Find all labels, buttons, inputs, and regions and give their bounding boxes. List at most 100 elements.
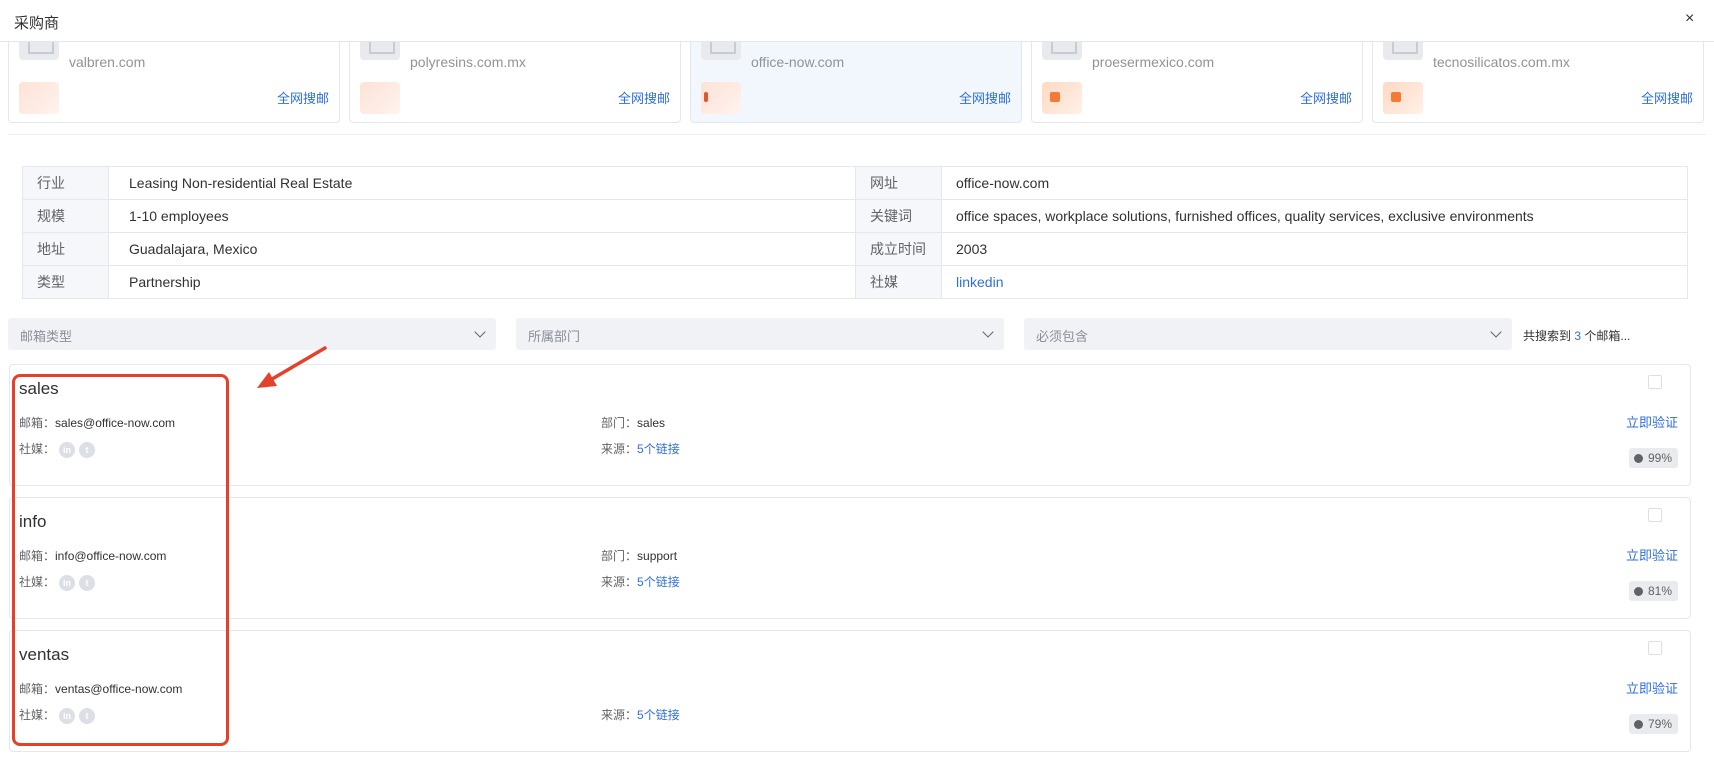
close-icon[interactable]: ×: [1685, 10, 1694, 28]
department-select[interactable]: 所属部门: [516, 318, 1004, 350]
dot-icon: [1633, 720, 1643, 729]
size-value: 1-10 employees: [108, 199, 856, 233]
dot-icon: [1633, 454, 1643, 463]
social-label: 社媒：: [19, 442, 56, 456]
company-card[interactable]: polyresins.com.mx 全网搜邮: [349, 42, 681, 123]
website-label: 网址: [855, 166, 942, 200]
web-search-email-link[interactable]: 全网搜邮: [277, 88, 329, 107]
linkedin-icon[interactable]: in: [59, 574, 76, 591]
summary-count: 3: [1574, 329, 1582, 343]
company-name: office-now.com: [751, 54, 845, 70]
company-info-table: 行业 Leasing Non-residential Real Estate 网…: [22, 166, 1688, 299]
size-label: 规模: [22, 199, 109, 233]
chevron-down-icon: [474, 326, 486, 338]
select-checkbox[interactable]: [1648, 508, 1662, 522]
web-search-email-link[interactable]: 全网搜邮: [1300, 88, 1352, 107]
table-row: 规模 1-10 employees 关键词 office spaces, wor…: [22, 199, 1688, 233]
email-field: 邮箱：info@office-now.com: [19, 547, 166, 564]
source-field: 来源：5个链接: [601, 440, 680, 457]
verify-now-link[interactable]: 立即验证: [1626, 545, 1678, 564]
source-field: 来源：5个链接: [601, 573, 680, 590]
web-search-email-link[interactable]: 全网搜邮: [1641, 88, 1693, 107]
chevron-down-icon: [1490, 326, 1502, 338]
result-summary: 共搜索到 3 个邮箱...: [1523, 327, 1630, 344]
must-include-placeholder: 必须包含: [1036, 329, 1089, 344]
department-field: 部门：sales: [601, 414, 665, 431]
chevron-down-icon: [982, 326, 994, 338]
select-checkbox[interactable]: [1648, 375, 1662, 389]
type-value: Partnership: [108, 265, 856, 299]
linkedin-icon[interactable]: in: [59, 441, 76, 458]
must-include-select[interactable]: 必须包含: [1024, 318, 1512, 350]
company-avatar: [701, 82, 741, 114]
company-name: tecnosilicatos.com.mx: [1433, 54, 1570, 70]
type-label: 类型: [22, 265, 109, 299]
source-link[interactable]: 5个链接: [637, 708, 680, 722]
email-label: 邮箱：: [19, 549, 56, 563]
verify-now-link[interactable]: 立即验证: [1626, 678, 1678, 697]
web-search-email-link[interactable]: 全网搜邮: [618, 88, 670, 107]
company-card[interactable]: tecnosilicatos.com.mx 全网搜邮: [1372, 42, 1704, 123]
social-field: 社媒： in t: [19, 440, 96, 458]
founded-value: 2003: [941, 232, 1688, 266]
company-card-active[interactable]: office-now.com 全网搜邮: [690, 42, 1022, 123]
linkedin-link[interactable]: linkedin: [941, 265, 1688, 299]
department-value: support: [637, 549, 678, 563]
web-search-email-link[interactable]: 全网搜邮: [959, 88, 1011, 107]
department-field: 部门：support: [601, 547, 677, 564]
twitter-icon[interactable]: t: [79, 441, 96, 458]
mailbox-type-select[interactable]: 邮箱类型: [8, 318, 496, 350]
social-field: 社媒： in t: [19, 573, 96, 591]
building-icon: [360, 42, 400, 60]
company-avatar: [360, 82, 400, 114]
department-value: sales: [637, 416, 666, 430]
source-label: 来源：: [601, 442, 638, 456]
source-field: 来源：5个链接: [601, 706, 680, 723]
company-avatar: [1042, 82, 1082, 114]
score-value: 81%: [1647, 584, 1672, 598]
email-card: sales 邮箱：sales@office-now.com 社媒： in t 部门：…: [9, 364, 1691, 486]
score-value: 99%: [1647, 451, 1672, 465]
social-label: 社媒：: [19, 575, 56, 589]
founded-label: 成立时间: [855, 232, 942, 266]
email-address: info@office-now.com: [55, 549, 167, 563]
building-icon: [701, 42, 741, 60]
confidence-badge: 79%: [1628, 714, 1678, 734]
source-label: 来源：: [601, 708, 638, 722]
company-card[interactable]: proesermexico.com 全网搜邮: [1031, 42, 1363, 123]
confidence-badge: 99%: [1628, 448, 1678, 468]
website-value: office-now.com: [941, 166, 1688, 200]
email-address: ventas@office-now.com: [55, 682, 183, 696]
address-value: Guadalajara, Mexico: [108, 232, 856, 266]
address-label: 地址: [22, 232, 109, 266]
company-carousel: valbren.com 全网搜邮 polyresins.com.mx 全网搜邮 …: [8, 42, 1706, 124]
email-title: ventas: [19, 645, 70, 664]
company-card[interactable]: valbren.com 全网搜邮: [8, 42, 340, 123]
select-checkbox[interactable]: [1648, 641, 1662, 655]
table-row: 行业 Leasing Non-residential Real Estate 网…: [22, 166, 1688, 200]
company-name: proesermexico.com: [1092, 54, 1215, 70]
divider: [8, 134, 1706, 135]
dialog-title: 采购商: [14, 15, 60, 32]
dot-icon: [1633, 587, 1643, 596]
dialog-header: 采购商 ×: [0, 0, 1714, 42]
table-row: 地址 Guadalajara, Mexico 成立时间 2003: [22, 232, 1688, 266]
email-card: ventas 邮箱：ventas@office-now.com 社媒： in t 来…: [9, 630, 1691, 752]
linkedin-icon[interactable]: in: [59, 707, 76, 724]
summary-suffix: 个邮箱...: [1584, 329, 1631, 343]
table-row: 类型 Partnership 社媒 linkedin: [22, 265, 1688, 299]
keywords-label: 关键词: [855, 199, 942, 233]
social-label: 社媒：: [19, 708, 56, 722]
source-link[interactable]: 5个链接: [637, 575, 680, 589]
department-label: 部门：: [601, 416, 638, 430]
source-link[interactable]: 5个链接: [637, 442, 680, 456]
company-avatar: [1383, 82, 1423, 114]
verify-now-link[interactable]: 立即验证: [1626, 412, 1678, 431]
industry-value: Leasing Non-residential Real Estate: [108, 166, 856, 200]
keywords-value: office spaces, workplace solutions, furn…: [941, 199, 1688, 233]
company-avatar: [19, 82, 59, 114]
social-field: 社媒： in t: [19, 706, 96, 724]
building-icon: [1383, 42, 1423, 60]
twitter-icon[interactable]: t: [79, 707, 96, 724]
twitter-icon[interactable]: t: [79, 574, 96, 591]
